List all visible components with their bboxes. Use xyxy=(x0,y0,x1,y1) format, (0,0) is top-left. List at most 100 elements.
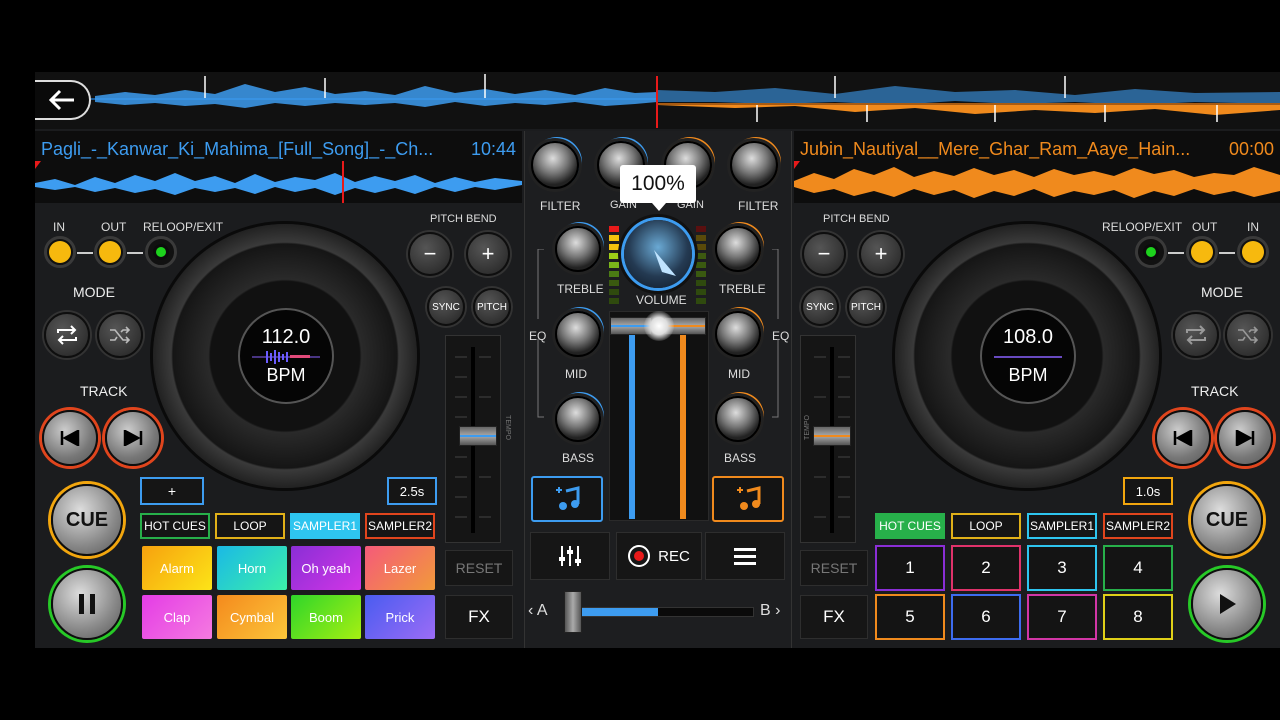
deck-a-repeat-button[interactable] xyxy=(44,312,90,358)
record-button[interactable]: REC xyxy=(616,532,702,580)
deck-b-play-button[interactable] xyxy=(1191,568,1263,640)
deck-b-title: Jubin_Nautiyal__Mere_Ghar_Ram_Aaye_Hain.… xyxy=(800,139,1191,159)
deck-b-sync-label: SYNC xyxy=(806,301,834,313)
deck-a-spectrum xyxy=(252,350,320,364)
deck-b-tab-loop[interactable]: LOOP xyxy=(951,513,1021,539)
deck-b-hot-cue-pad[interactable]: 2 xyxy=(951,545,1021,591)
chevron-left-icon: ‹ xyxy=(528,602,537,619)
shuffle-icon xyxy=(1238,326,1259,344)
deck-a-sampler-pad[interactable]: Oh yeah xyxy=(291,546,361,590)
deck-a-pause-button[interactable] xyxy=(51,568,123,640)
skip-previous-icon xyxy=(1173,430,1193,446)
deck-b-hot-cue-pad[interactable]: 1 xyxy=(875,545,945,591)
deck-b-cue-button[interactable]: CUE xyxy=(1191,484,1263,556)
deck-b-pitch-bend-minus[interactable]: − xyxy=(802,232,846,276)
deck-a-out-label: OUT xyxy=(101,220,127,234)
deck-b-tab-sampler1[interactable]: SAMPLER1 xyxy=(1027,513,1097,539)
deck-b-cue-label: CUE xyxy=(1205,508,1249,531)
deck-a-sampler-pad[interactable]: Alarm xyxy=(142,546,212,590)
deck-a-sampler-pad[interactable]: Horn xyxy=(217,546,287,590)
deck-b-hot-cue-pad[interactable]: 3 xyxy=(1027,545,1097,591)
deck-a-channel-fader[interactable] xyxy=(629,331,635,519)
repeat-icon xyxy=(57,325,77,345)
deck-b-waveform[interactable] xyxy=(794,161,1280,203)
minus-icon: − xyxy=(423,241,437,266)
deck-a-prev-track-button[interactable] xyxy=(42,410,98,466)
deck-a-bass-knob[interactable] xyxy=(555,396,601,442)
plus-icon: + xyxy=(481,241,495,266)
deck-b-vu-meter xyxy=(696,226,706,304)
deck-b-reset-button[interactable]: RESET xyxy=(800,550,868,586)
back-button[interactable] xyxy=(35,80,91,120)
deck-a-sampler-pad[interactable]: Prick xyxy=(365,595,435,639)
deck-a-time: 10:44 xyxy=(470,139,516,159)
deck-b-fx-button[interactable]: FX xyxy=(800,595,868,639)
deck-a-tab-hot-cues[interactable]: HOT CUES xyxy=(140,513,210,539)
deck-b-repeat-button[interactable] xyxy=(1173,312,1219,358)
deck-a-waveform[interactable] xyxy=(35,161,522,203)
deck-b-pitch-bend-plus[interactable]: + xyxy=(859,232,903,276)
deck-a-sampler-pad[interactable]: Lazer xyxy=(365,546,435,590)
deck-a-tab-sampler2[interactable]: SAMPLER2 xyxy=(365,513,435,539)
master-volume-knob[interactable] xyxy=(624,220,692,288)
deck-a-reset-button[interactable]: RESET xyxy=(445,550,513,586)
deck-a-next-track-button[interactable] xyxy=(105,410,161,466)
deck-b-hot-cue-pad[interactable]: 5 xyxy=(875,594,945,640)
deck-a-loop-length[interactable]: 2.5s xyxy=(387,477,437,505)
deck-b-channel-fader[interactable] xyxy=(680,331,686,519)
deck-b-prev-track-button[interactable] xyxy=(1155,410,1211,466)
crossfader-fill xyxy=(576,608,658,616)
deck-b-sync-button[interactable]: SYNC xyxy=(801,288,839,326)
deck-b-header: Jubin_Nautiyal__Mere_Ghar_Ram_Aaye_Hain.… xyxy=(794,131,1280,203)
deck-a-loop-connector xyxy=(77,252,93,254)
deck-a-tempo-handle[interactable] xyxy=(459,426,497,446)
deck-a-sync-button[interactable]: SYNC xyxy=(427,288,465,326)
shuffle-icon xyxy=(110,326,131,344)
overview-waveform[interactable] xyxy=(35,72,1280,129)
deck-a-reloop-button[interactable] xyxy=(145,236,177,268)
deck-b-hot-cue-pad[interactable]: 7 xyxy=(1027,594,1097,640)
deck-a-fx-button[interactable]: FX xyxy=(445,595,513,639)
deck-a-filter-knob[interactable] xyxy=(531,141,579,189)
deck-b-loop-length[interactable]: 1.0s xyxy=(1123,477,1173,505)
deck-b-shuffle-button[interactable] xyxy=(1225,312,1271,358)
deck-a-cue-button[interactable]: CUE xyxy=(51,484,123,556)
deck-a-pitch-bend-minus[interactable]: − xyxy=(408,232,452,276)
deck-b-next-track-button[interactable] xyxy=(1217,410,1273,466)
deck-a-loop-add-button[interactable]: + xyxy=(140,477,204,505)
deck-b-loop-out-button[interactable] xyxy=(1186,236,1218,268)
deck-b-tempo-handle[interactable] xyxy=(813,426,851,446)
deck-a-bpm-value: 112.0 xyxy=(261,326,311,348)
deck-a-bpm-display: 112.0 BPM xyxy=(238,308,334,404)
deck-b-pitch-button[interactable]: PITCH xyxy=(847,288,885,326)
deck-a-tab-loop[interactable]: LOOP xyxy=(215,513,285,539)
deck-a-shuffle-button[interactable] xyxy=(97,312,143,358)
deck-b-bass-knob[interactable] xyxy=(715,396,761,442)
deck-b-tab-sampler2[interactable]: SAMPLER2 xyxy=(1103,513,1173,539)
deck-a-sampler-pad[interactable]: Clap xyxy=(142,595,212,639)
deck-b-bpm-display: 108.0 BPM xyxy=(980,308,1076,404)
deck-a-pitch-bend-plus[interactable]: + xyxy=(466,232,510,276)
deck-a-sampler-pad[interactable]: Cymbal xyxy=(217,595,287,639)
deck-a-pitch-button[interactable]: PITCH xyxy=(473,288,511,326)
menu-button[interactable] xyxy=(705,532,785,580)
deck-b-tab-hot-cues[interactable]: HOT CUES xyxy=(875,513,945,539)
deck-b-reloop-button[interactable] xyxy=(1135,236,1167,268)
deck-b-library-button[interactable] xyxy=(712,476,784,522)
deck-a-library-button[interactable] xyxy=(531,476,603,522)
deck-b-loop-in-button[interactable] xyxy=(1237,236,1269,268)
deck-a-sampler-pad[interactable]: Boom xyxy=(291,595,361,639)
deck-a-header: Pagli_-_Kanwar_Ki_Mahima_[Full_Song]_-_C… xyxy=(35,131,522,203)
deck-b-hot-cue-pad[interactable]: 6 xyxy=(951,594,1021,640)
pause-icon xyxy=(79,594,95,614)
crossfader-handle[interactable] xyxy=(564,591,582,633)
deck-b-hot-cue-pad[interactable]: 4 xyxy=(1103,545,1173,591)
deck-b-hot-cue-pad[interactable]: 8 xyxy=(1103,594,1173,640)
skip-next-icon xyxy=(123,430,143,446)
equalizer-settings-button[interactable] xyxy=(530,532,610,580)
deck-a-sync-label: SYNC xyxy=(432,301,460,313)
deck-b-filter-knob[interactable] xyxy=(730,141,778,189)
deck-a-tab-sampler1[interactable]: SAMPLER1 xyxy=(290,513,360,539)
deck-a-loop-out-button[interactable] xyxy=(94,236,126,268)
deck-a-loop-in-button[interactable] xyxy=(44,236,76,268)
